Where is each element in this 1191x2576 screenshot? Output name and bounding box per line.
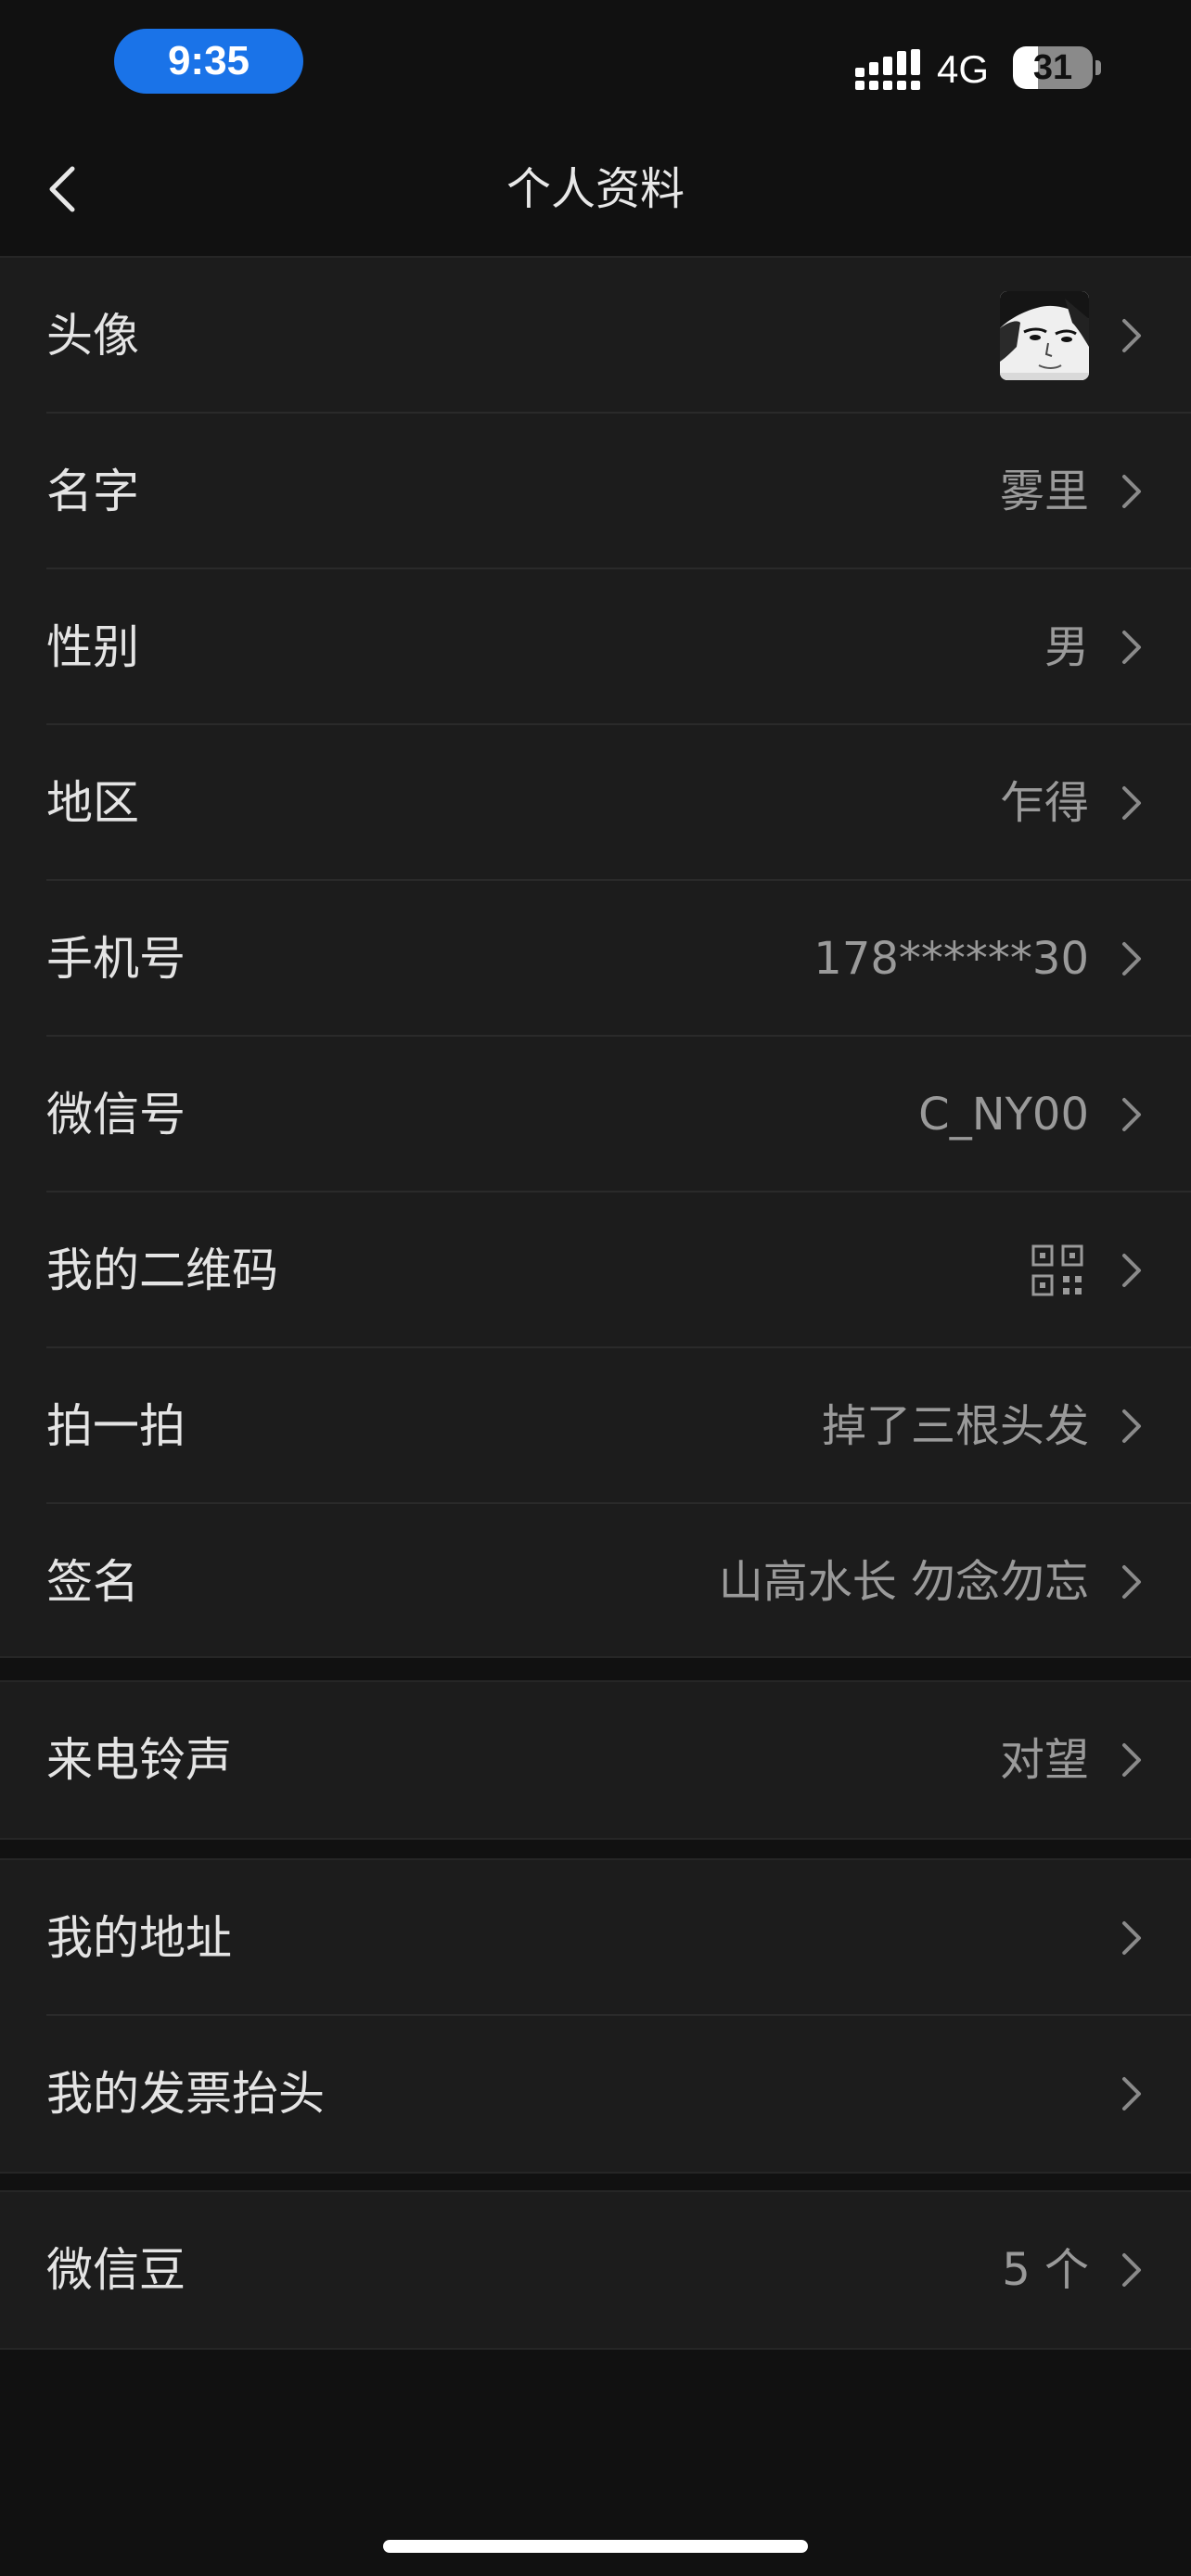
row-label: 我的发票抬头 — [46, 2067, 325, 2121]
row-ringtone[interactable]: 来电铃声 对望 — [0, 1682, 1191, 1838]
row-label: 头像 — [46, 309, 139, 363]
status-bar: 9:35 4G 31 — [0, 0, 1191, 122]
battery-level: 31 — [1032, 48, 1073, 87]
chevron-right-icon — [1122, 1921, 1141, 1955]
row-value: 雾里 — [999, 465, 1089, 517]
battery-cap — [1095, 60, 1101, 75]
row-value: 乍得 — [999, 777, 1089, 829]
chevron-right-icon — [1122, 2077, 1141, 2111]
row-label: 地区 — [46, 776, 139, 830]
row-region[interactable]: 地区 乍得 — [0, 725, 1191, 881]
row-label: 我的地址 — [46, 1911, 232, 1965]
chevron-right-icon — [1122, 1565, 1141, 1599]
row-name[interactable]: 名字 雾里 — [0, 414, 1191, 569]
row-qr-code[interactable]: 我的二维码 — [0, 1192, 1191, 1348]
row-gender[interactable]: 性别 男 — [0, 569, 1191, 725]
chevron-right-icon — [1122, 1254, 1141, 1287]
avatar-image — [1000, 291, 1089, 380]
row-value: 掉了三根头发 — [821, 1400, 1089, 1452]
row-my-address[interactable]: 我的地址 — [0, 1860, 1191, 2016]
row-pat[interactable]: 拍一拍 掉了三根头发 — [0, 1348, 1191, 1504]
network-type: 4G — [937, 47, 990, 91]
chevron-right-icon — [1122, 475, 1141, 508]
row-wechat-beans[interactable]: 微信豆 5 个 — [0, 2192, 1191, 2348]
chevron-right-icon — [1122, 942, 1141, 976]
row-label: 来电铃声 — [46, 1733, 232, 1787]
navigation-bar: 个人资料 — [0, 122, 1191, 256]
qr-code-icon — [1031, 1244, 1083, 1296]
chevron-right-icon — [1122, 1743, 1141, 1777]
home-indicator[interactable] — [383, 2540, 808, 2553]
ringtone-group: 来电铃声 对望 — [0, 1680, 1191, 1840]
row-signature[interactable]: 签名 山高水长 勿念勿忘 — [0, 1504, 1191, 1660]
row-value: 男 — [1044, 621, 1089, 673]
chevron-right-icon — [1122, 786, 1141, 820]
row-label: 微信豆 — [46, 2243, 186, 2297]
row-label: 性别 — [46, 620, 139, 674]
chevron-right-icon — [1122, 1409, 1141, 1443]
row-label: 我的二维码 — [46, 1243, 278, 1297]
row-invoice-title[interactable]: 我的发票抬头 — [0, 2016, 1191, 2172]
row-label: 签名 — [46, 1555, 139, 1609]
cellular-signal-icon — [855, 49, 920, 90]
row-value: 山高水长 勿念勿忘 — [718, 1556, 1089, 1608]
row-wechat-id[interactable]: 微信号 C_NY00 — [0, 1037, 1191, 1192]
profile-info-group: 头像 名字 雾里 性别 男 地区 乍得 手机号 178******30 微信号 … — [0, 256, 1191, 1658]
row-label: 拍一拍 — [46, 1399, 186, 1453]
status-time: 9:35 — [114, 29, 303, 94]
row-label: 手机号 — [46, 932, 186, 986]
chevron-right-icon — [1122, 319, 1141, 352]
battery-icon: 31 — [1013, 46, 1093, 89]
row-avatar[interactable]: 头像 — [0, 258, 1191, 414]
row-value: 对望 — [999, 1734, 1089, 1786]
avatar[interactable] — [1000, 291, 1089, 380]
wechat-beans-group: 微信豆 5 个 — [0, 2190, 1191, 2350]
row-value: 5 个 — [1002, 2244, 1089, 2296]
row-label: 名字 — [46, 465, 139, 518]
row-label: 微信号 — [46, 1088, 186, 1141]
page-title: 个人资料 — [506, 163, 685, 215]
row-value: C_NY00 — [918, 1089, 1089, 1141]
chevron-right-icon — [1122, 631, 1141, 664]
address-invoice-group: 我的地址 我的发票抬头 — [0, 1858, 1191, 2174]
row-value: 178******30 — [813, 933, 1089, 985]
chevron-right-icon — [1122, 1098, 1141, 1131]
chevron-right-icon — [1122, 2253, 1141, 2287]
row-phone[interactable]: 手机号 178******30 — [0, 881, 1191, 1037]
